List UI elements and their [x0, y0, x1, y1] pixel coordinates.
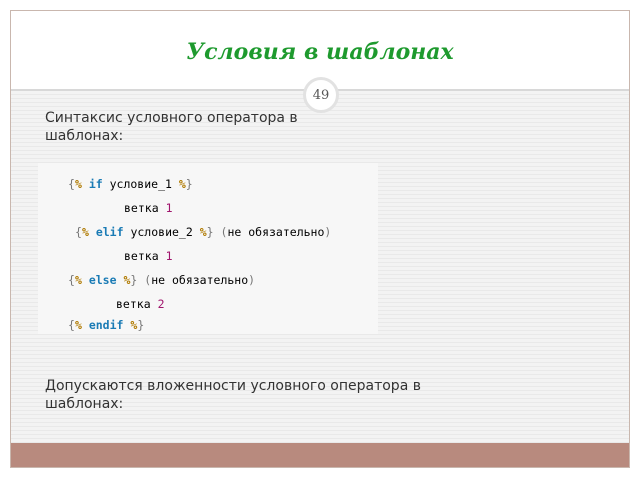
- code-block: {% if условие_1 %} ветка 1 {% elif услов…: [38, 163, 378, 334]
- code-number: 2: [157, 297, 165, 311]
- page-number-badge: 49: [303, 77, 339, 113]
- code-number: 1: [165, 249, 173, 263]
- code-keyword: endif: [88, 318, 124, 332]
- code-paren: ): [324, 225, 332, 239]
- code-brace: {: [68, 318, 75, 332]
- code-keyword: if: [88, 177, 103, 191]
- code-number: 1: [165, 201, 173, 215]
- code-percent: %: [74, 177, 82, 191]
- code-line: ветка 1: [124, 201, 173, 215]
- code-brace: }: [137, 318, 145, 332]
- code-brace: {: [68, 273, 75, 287]
- code-branch: ветка: [124, 249, 159, 263]
- code-line: {% if условие_1 %}: [68, 177, 193, 191]
- code-percent: %: [74, 273, 82, 287]
- code-branch: ветка: [124, 201, 159, 215]
- code-line: {% else %} (не обязательно): [68, 273, 255, 287]
- syntax-text: Синтаксис условного оператора в шаблонах…: [45, 110, 298, 144]
- code-line: ветка 1: [124, 249, 173, 263]
- code-percent: %: [74, 318, 82, 332]
- code-percent: %: [178, 177, 186, 191]
- code-brace: {: [75, 225, 82, 239]
- code-condition: условие_2: [130, 225, 193, 239]
- code-percent: %: [199, 225, 207, 239]
- code-brace: }: [206, 225, 214, 239]
- code-optional: не обязательно: [151, 273, 249, 287]
- code-brace: {: [68, 177, 75, 191]
- code-keyword: else: [88, 273, 117, 287]
- slide-title: Условия в шаблонах: [186, 39, 454, 65]
- code-branch: ветка: [116, 297, 151, 311]
- code-keyword: elif: [95, 225, 124, 239]
- nesting-text: Допускаются вложенности условного операт…: [45, 378, 421, 412]
- code-optional: не обязательно: [227, 225, 325, 239]
- code-brace: }: [185, 177, 193, 191]
- code-brace: }: [130, 273, 138, 287]
- code-paren: ): [248, 273, 256, 287]
- code-percent: %: [81, 225, 89, 239]
- code-line: {% elif условие_2 %} (не обязательно): [75, 225, 331, 239]
- code-condition: условие_1: [109, 177, 172, 191]
- page-number: 49: [312, 87, 330, 103]
- slide: Условия в шаблонах 49 Синтаксис условног…: [10, 10, 630, 468]
- code-line: ветка 2: [116, 297, 165, 311]
- bottom-bar: [11, 443, 629, 467]
- code-line: {% endif %}: [68, 318, 144, 332]
